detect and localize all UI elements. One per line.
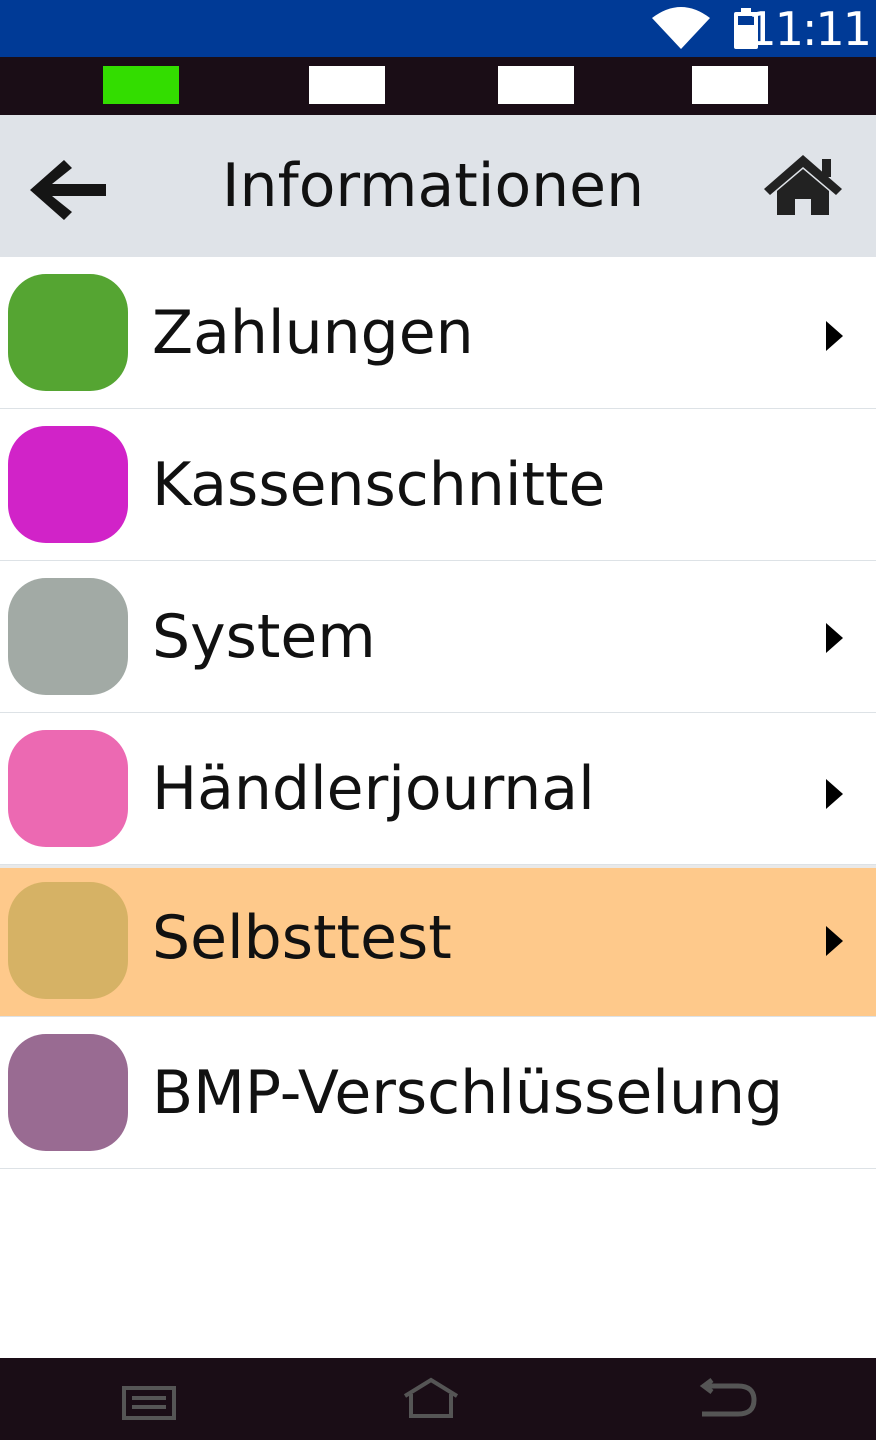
menu-item-label: Händlerjournal — [152, 754, 595, 824]
status-led-4 — [692, 66, 768, 104]
home-button[interactable] — [762, 153, 844, 217]
status-led-1 — [103, 66, 179, 104]
menu-item-label: System — [152, 602, 376, 672]
screen: 11:11 Informationen Zahlungen Kassenschn… — [0, 0, 876, 1440]
menu-item-label: Kassenschnitte — [152, 450, 606, 520]
menu-list: Zahlungen Kassenschnitte System Händlerj… — [0, 257, 876, 1169]
menu-item-color-tile — [8, 1034, 128, 1151]
status-led-3 — [498, 66, 574, 104]
led-strip — [0, 57, 876, 115]
menu-item-color-tile — [8, 426, 128, 543]
header: Informationen — [0, 115, 876, 257]
menu-item-label: Selbsttest — [152, 903, 452, 973]
menu-item-label: Zahlungen — [152, 298, 474, 368]
home-icon — [764, 155, 842, 215]
nav-back-button[interactable] — [698, 1376, 758, 1422]
recent-apps-button[interactable] — [118, 1376, 178, 1422]
back-icon — [699, 1378, 757, 1417]
status-led-2 — [309, 66, 385, 104]
nav-home-button[interactable] — [401, 1376, 461, 1422]
menu-item-color-tile — [8, 578, 128, 695]
menu-item-haendlerjournal[interactable]: Händlerjournal — [0, 713, 876, 865]
menu-item-zahlungen[interactable]: Zahlungen — [0, 257, 876, 409]
chevron-right-icon — [826, 779, 843, 809]
menu-item-bmp-verschluesselung[interactable]: BMP-Verschlüsselung — [0, 1017, 876, 1169]
menu-item-label: BMP-Verschlüsselung — [152, 1058, 784, 1128]
page-title: Informationen — [221, 151, 645, 221]
menu-item-selbsttest[interactable]: Selbsttest — [0, 865, 876, 1017]
status-time: 11:11 — [747, 2, 872, 56]
chevron-right-icon — [826, 321, 843, 351]
wifi-icon — [652, 7, 710, 49]
status-bar: 11:11 — [0, 0, 876, 57]
chevron-right-icon — [826, 926, 843, 956]
menu-item-color-tile — [8, 730, 128, 847]
menu-item-color-tile — [8, 274, 128, 391]
menu-item-kassenschnitte[interactable]: Kassenschnitte — [0, 409, 876, 561]
chevron-right-icon — [826, 623, 843, 653]
menu-item-color-tile — [8, 882, 128, 999]
menu-item-system[interactable]: System — [0, 561, 876, 713]
home-icon — [403, 1377, 459, 1418]
recent-apps-icon — [122, 1386, 176, 1420]
nav-bar — [0, 1358, 876, 1440]
